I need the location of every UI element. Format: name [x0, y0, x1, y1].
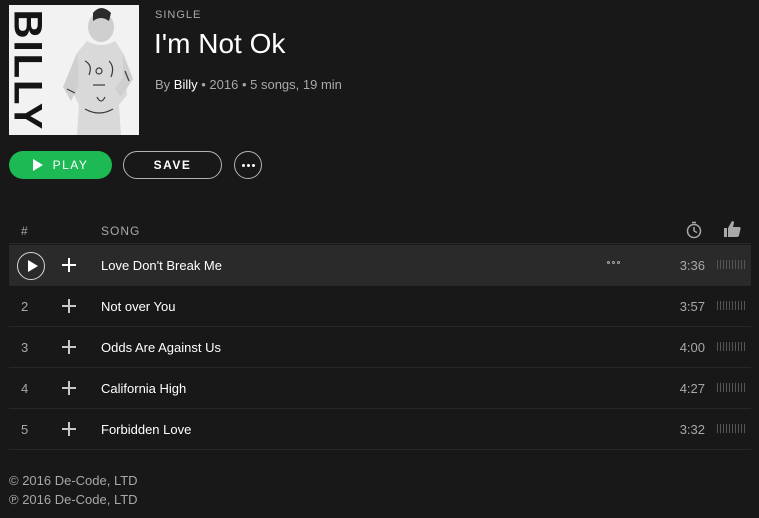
- album-meta: By Billy • 2016 • 5 songs, 19 min: [155, 77, 342, 92]
- column-header-song[interactable]: SONG: [101, 224, 140, 238]
- more-options-button[interactable]: [234, 151, 262, 179]
- track-title[interactable]: Not over You: [101, 299, 175, 314]
- popularity-bar: [717, 424, 745, 433]
- add-icon[interactable]: [60, 338, 78, 356]
- track-title[interactable]: California High: [101, 381, 186, 396]
- save-button[interactable]: SAVE: [123, 151, 222, 179]
- play-label: PLAY: [52, 158, 89, 172]
- track-row[interactable]: 5 Forbidden Love 3:32: [9, 409, 751, 450]
- popularity-thumb-icon[interactable]: [722, 219, 742, 239]
- add-icon[interactable]: [60, 379, 78, 397]
- track-list: Love Don't Break Me 3:36 2 Not over You …: [9, 245, 751, 450]
- track-number: 4: [21, 381, 29, 396]
- track-table-header: # SONG: [9, 218, 751, 244]
- cover-figure-illustration: [63, 8, 133, 135]
- cover-artist-lettering: BILLY: [9, 9, 50, 131]
- album-title: I'm Not Ok: [154, 28, 286, 59]
- artist-link[interactable]: Billy: [174, 77, 198, 92]
- duration-clock-icon[interactable]: [685, 221, 703, 239]
- album-details: • 2016 • 5 songs, 19 min: [201, 77, 342, 92]
- add-icon[interactable]: [60, 420, 78, 438]
- track-title[interactable]: Forbidden Love: [101, 422, 191, 437]
- track-row[interactable]: Love Don't Break Me 3:36: [9, 245, 751, 286]
- copyright-text: © 2016 De-Code, LTD: [9, 473, 138, 488]
- track-number: 5: [21, 422, 29, 437]
- popularity-bar: [717, 383, 745, 392]
- track-number: 2: [21, 299, 29, 314]
- add-icon[interactable]: [60, 256, 78, 274]
- popularity-bar: [717, 260, 745, 269]
- by-prefix: By: [155, 77, 171, 92]
- more-icon: [241, 163, 255, 167]
- track-row[interactable]: 3 Odds Are Against Us 4:00: [9, 327, 751, 368]
- play-circle-icon[interactable]: [17, 252, 45, 280]
- track-duration: 4:00: [679, 340, 705, 355]
- popularity-bar: [717, 342, 745, 351]
- track-title[interactable]: Odds Are Against Us: [101, 340, 221, 355]
- play-icon: [32, 159, 43, 171]
- phonographic-copyright-text: ℗ 2016 De-Code, LTD: [9, 492, 138, 507]
- popularity-bar: [717, 301, 745, 310]
- track-duration: 3:57: [679, 299, 705, 314]
- column-header-number[interactable]: #: [21, 224, 28, 238]
- add-icon[interactable]: [60, 297, 78, 315]
- track-duration: 4:27: [679, 381, 705, 396]
- track-number: 3: [21, 340, 29, 355]
- track-row[interactable]: 2 Not over You 3:57: [9, 286, 751, 327]
- track-duration: 3:32: [679, 422, 705, 437]
- track-title[interactable]: Love Don't Break Me: [101, 258, 222, 273]
- track-more-icon[interactable]: [607, 261, 620, 264]
- play-button[interactable]: PLAY: [9, 151, 112, 179]
- album-cover[interactable]: BILLY: [9, 5, 139, 135]
- track-duration: 3:36: [679, 258, 705, 273]
- track-row[interactable]: 4 California High 4:27: [9, 368, 751, 409]
- album-type-label: SINGLE: [155, 9, 202, 21]
